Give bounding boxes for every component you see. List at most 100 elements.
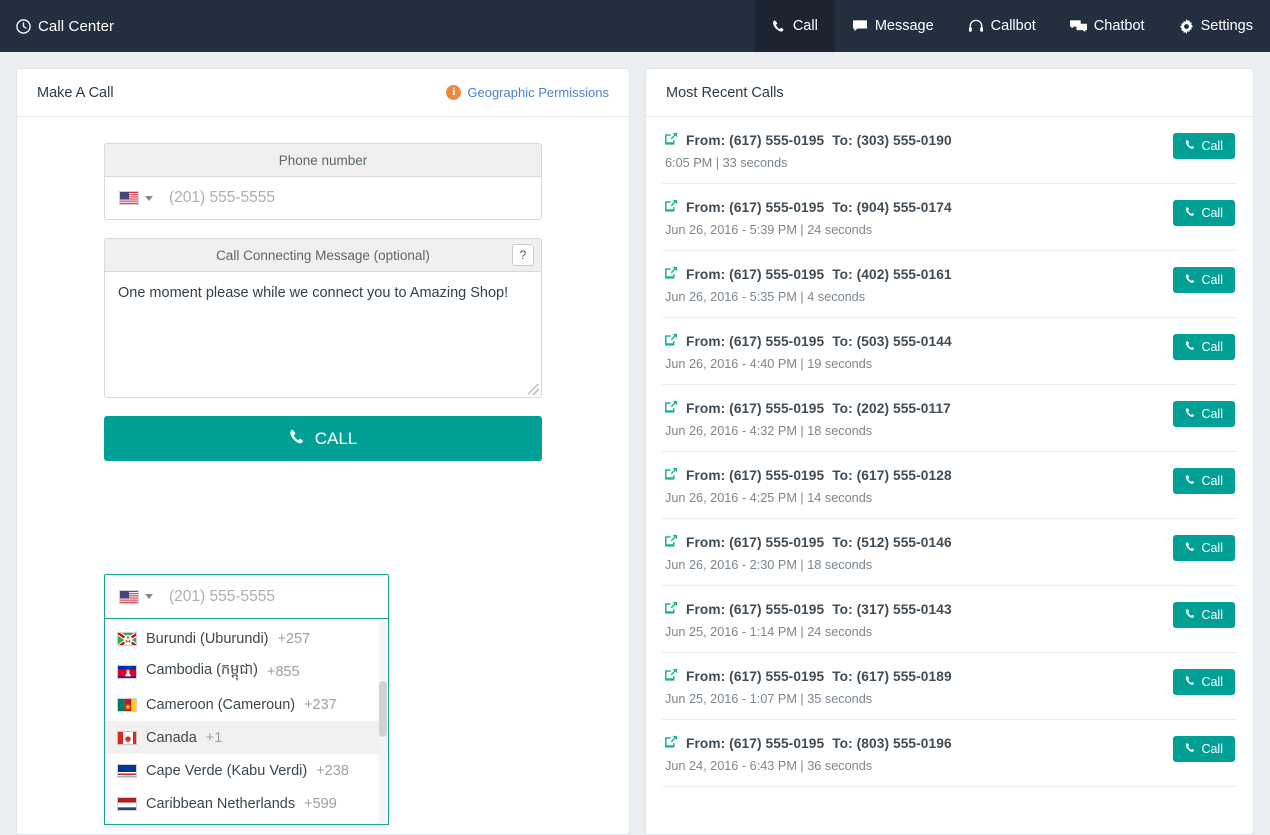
tab-settings[interactable]: Settings [1162,0,1270,52]
row-call-button[interactable]: Call [1173,267,1235,293]
call-numbers: From: (617) 555-0195 To: (512) 555-0146 [664,534,952,551]
country-dropdown: (201) 555-5555 Burundi ( [104,574,389,825]
tab-message[interactable]: Message [835,0,951,52]
geographic-permissions-link[interactable]: i Geographic Permissions [446,85,609,100]
call-to: To: (617) 555-0128 [832,468,951,483]
call-to: To: (317) 555-0143 [832,602,951,617]
recent-calls-title: Most Recent Calls [666,85,784,101]
table-row[interactable]: From: (617) 555-0195 To: (202) 555-0117 … [662,385,1237,452]
phone-icon [1185,139,1196,153]
outgoing-call-icon [664,467,678,484]
call-from: From: (617) 555-0195 [686,267,824,282]
call-info: From: (617) 555-0195 To: (617) 555-0128 … [664,466,952,505]
call-meta: Jun 26, 2016 - 4:40 PM | 19 seconds [664,357,952,371]
call-from: From: (617) 555-0195 [686,334,824,349]
call-from: From: (617) 555-0195 [686,535,824,550]
table-row[interactable]: From: (617) 555-0195 To: (904) 555-0174 … [662,184,1237,251]
table-row[interactable]: From: (617) 555-0195 To: (617) 555-0128 … [662,452,1237,519]
tab-call[interactable]: Call [755,0,835,52]
call-numbers: From: (617) 555-0195 To: (317) 555-0143 [664,601,952,618]
call-info: From: (617) 555-0195 To: (402) 555-0161 … [664,265,952,304]
call-from: From: (617) 555-0195 [686,736,824,751]
phone-number-row: (201) 555-5555 [104,176,542,220]
flag-bi-icon [117,632,137,646]
row-call-button[interactable]: Call [1173,468,1235,494]
call-info: From: (617) 555-0195 To: (202) 555-0117 … [664,399,951,438]
recent-calls-list: From: (617) 555-0195 To: (303) 555-0190 … [646,117,1253,787]
row-call-button[interactable]: Call [1173,535,1235,561]
table-row[interactable]: From: (617) 555-0195 To: (402) 555-0161 … [662,251,1237,318]
phone-number-input[interactable]: (201) 555-5555 [163,189,275,207]
tab-callbot-label: Callbot [991,18,1036,34]
connecting-message-textarea[interactable]: One moment please while we connect you t… [104,271,542,398]
page-title: Make A Call [37,85,114,101]
outgoing-call-icon [664,199,678,216]
tab-call-label: Call [793,18,818,34]
outgoing-call-icon [664,668,678,685]
call-to: To: (617) 555-0189 [832,669,951,684]
row-call-button[interactable]: Call [1173,200,1235,226]
country-dial-code: +237 [304,697,337,713]
brand[interactable]: Call Center [0,0,130,52]
phone-icon [1185,541,1196,555]
flag-ca-icon [117,731,137,745]
geographic-permissions-label: Geographic Permissions [467,85,609,100]
call-numbers: From: (617) 555-0195 To: (904) 555-0174 [664,199,952,216]
country-flag-select[interactable] [105,177,163,219]
table-row[interactable]: From: (617) 555-0195 To: (617) 555-0189 … [662,653,1237,720]
list-item[interactable]: Cape Verde (Kabu Verdi) +238 [105,754,388,787]
tab-callbot[interactable]: Callbot [951,0,1053,52]
tab-chatbot[interactable]: Chatbot [1053,0,1162,52]
row-call-button[interactable]: Call [1173,669,1235,695]
call-from: From: (617) 555-0195 [686,669,824,684]
phone-icon [1185,742,1196,756]
row-call-button[interactable]: Call [1173,401,1235,427]
phone-icon [1185,407,1196,421]
country-dropdown-input-row: (201) 555-5555 [104,574,389,619]
call-button[interactable]: CALL [104,416,542,461]
outgoing-call-icon [664,266,678,283]
list-item[interactable]: Caribbean Netherlands +599 [105,787,388,820]
call-info: From: (617) 555-0195 To: (303) 555-0190 … [664,131,952,170]
list-item[interactable]: Cameroon (Cameroun) +237 [105,688,388,721]
row-call-label: Call [1201,742,1223,756]
resize-handle[interactable] [528,384,539,395]
row-call-label: Call [1201,139,1223,153]
phone-icon [1185,206,1196,220]
row-call-button[interactable]: Call [1173,736,1235,762]
country-dropdown-flag-select[interactable] [105,575,163,618]
row-call-button[interactable]: Call [1173,334,1235,360]
clock-icon [16,19,31,34]
make-a-call-header: Make A Call i Geographic Permissions [17,69,629,117]
row-call-button[interactable]: Call [1173,602,1235,628]
country-search-input[interactable]: (201) 555-5555 [163,588,275,606]
list-item[interactable]: Burundi (Uburundi) +257 [105,622,388,655]
help-button[interactable]: ? [512,244,534,266]
call-from: From: (617) 555-0195 [686,200,824,215]
call-meta: Jun 24, 2016 - 6:43 PM | 36 seconds [664,759,952,773]
list-item[interactable]: Cambodia (កម្ពុជា) +855 [105,655,388,688]
table-row[interactable]: From: (617) 555-0195 To: (803) 555-0196 … [662,720,1237,787]
outgoing-call-icon [664,534,678,551]
row-call-label: Call [1201,340,1223,354]
call-to: To: (503) 555-0144 [832,334,951,349]
call-from: From: (617) 555-0195 [686,602,824,617]
dropdown-scrollbar-thumb[interactable] [379,681,387,737]
connecting-message-value: One moment please while we connect you t… [118,285,508,301]
table-row[interactable]: From: (617) 555-0195 To: (512) 555-0146 … [662,519,1237,586]
call-to: To: (303) 555-0190 [832,133,951,148]
recent-calls-header: Most Recent Calls [646,69,1253,117]
call-numbers: From: (617) 555-0195 To: (803) 555-0196 [664,735,952,752]
row-call-label: Call [1201,541,1223,555]
table-row[interactable]: From: (617) 555-0195 To: (303) 555-0190 … [662,117,1237,184]
call-to: To: (803) 555-0196 [832,736,951,751]
list-item[interactable]: Canada +1 [105,721,388,754]
table-row[interactable]: From: (617) 555-0195 To: (503) 555-0144 … [662,318,1237,385]
table-row[interactable]: From: (617) 555-0195 To: (317) 555-0143 … [662,586,1237,653]
row-call-label: Call [1201,675,1223,689]
flag-cm-icon [117,698,137,712]
connecting-message-field: Call Connecting Message (optional) ? One… [104,238,542,398]
country-list[interactable]: Burundi (Uburundi) +257 Cambodia (កម្ពុជ… [104,619,389,825]
chevron-down-icon [145,196,153,201]
row-call-button[interactable]: Call [1173,133,1235,159]
